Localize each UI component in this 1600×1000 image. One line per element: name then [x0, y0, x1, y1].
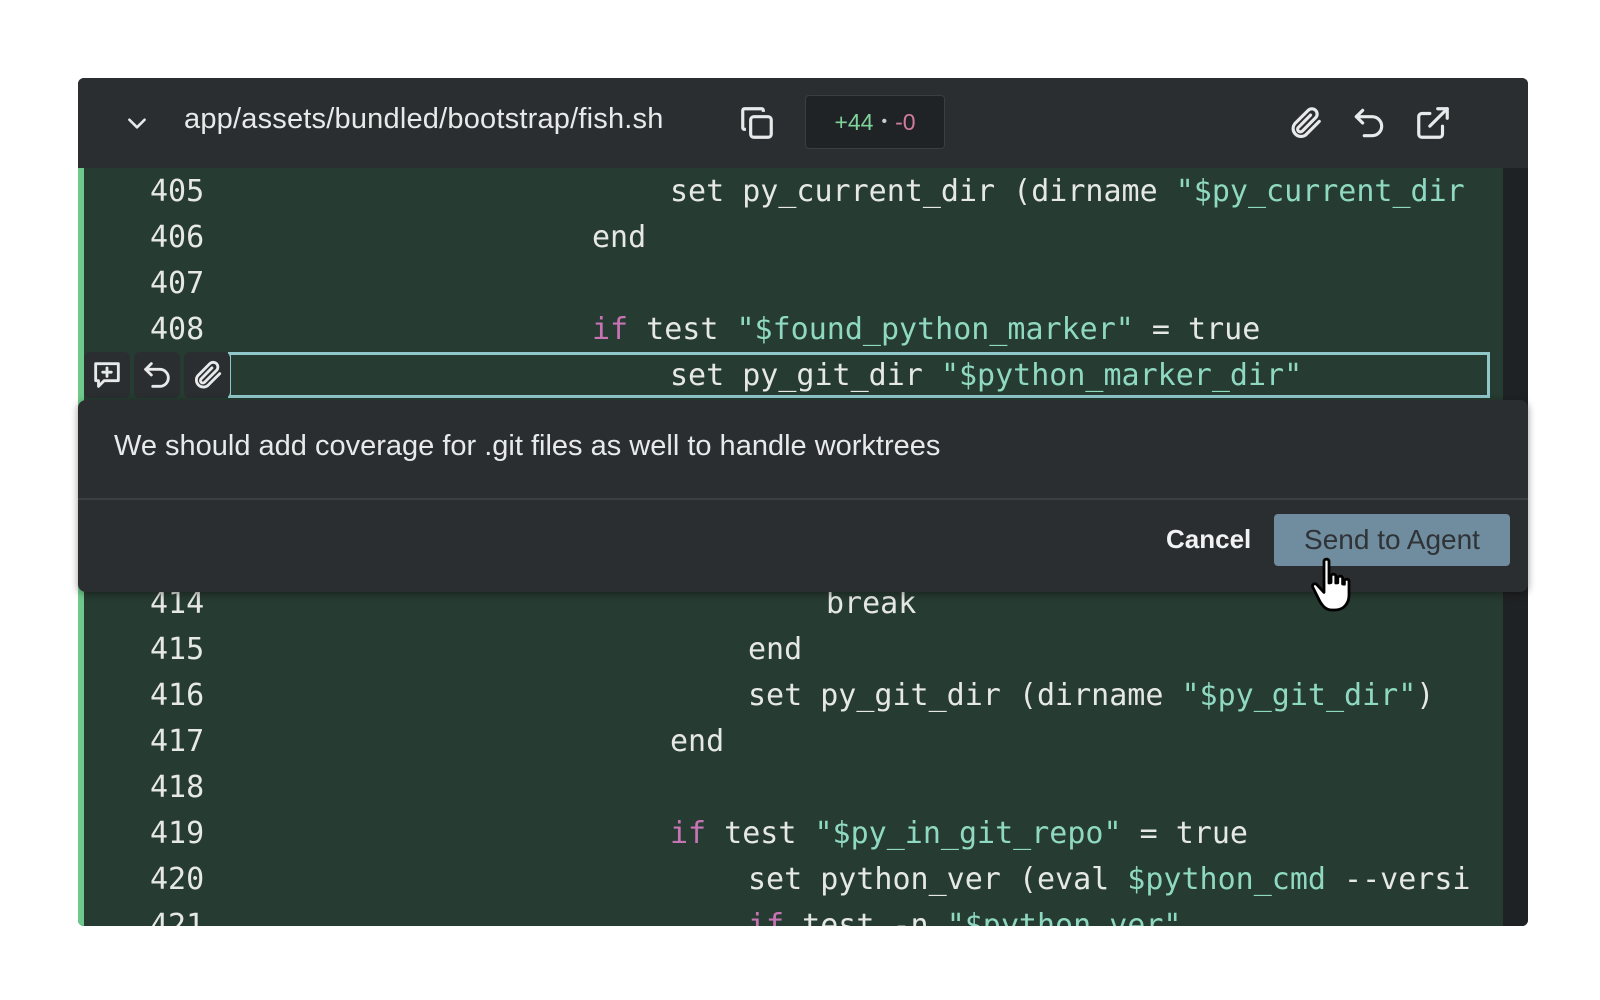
line-number: 419	[150, 815, 205, 851]
line-number: 421	[150, 907, 205, 927]
code-token: )	[1416, 677, 1435, 713]
keyword-token: if	[670, 815, 707, 851]
code-text: if test "$found_python_marker" = true	[592, 312, 1260, 347]
code-token: set py_git_dir	[670, 357, 941, 393]
stats-separator: •	[881, 113, 888, 130]
undo-icon[interactable]	[1350, 104, 1388, 142]
code-token: test	[628, 311, 737, 347]
line-action-toolbar	[84, 352, 234, 402]
keyword-token: if	[592, 311, 629, 347]
code-line[interactable]: 421 if test -n "$python_ver"	[78, 902, 1503, 927]
attach-icon[interactable]	[184, 352, 230, 398]
line-number: 407	[150, 265, 205, 301]
line-number: 417	[150, 723, 205, 759]
code-token: set py_git_dir (dirname	[748, 677, 1182, 713]
code-text: set python_ver (eval $python_cmd --versi	[748, 862, 1470, 897]
undo-icon[interactable]	[134, 352, 180, 398]
code-token: = true	[1133, 311, 1261, 347]
code-text: set py_git_dir "$python_marker_dir"	[670, 358, 1302, 393]
string-token: "$found_python_marker"	[736, 311, 1134, 347]
code-text: set py_current_dir (dirname "$py_current…	[670, 174, 1465, 209]
code-text: if test -n "$python_ver"	[748, 908, 1182, 927]
code-line[interactable]: 405 set py_current_dir (dirname "$py_curr…	[78, 168, 1503, 214]
code-token: = true	[1121, 815, 1248, 851]
code-token: test -n	[784, 907, 947, 927]
code-line[interactable]: 407	[78, 260, 1503, 306]
copy-icon[interactable]	[738, 104, 776, 142]
code-line[interactable]: 419 if test "$py_in_git_repo" = true	[78, 810, 1503, 856]
attach-icon[interactable]	[1286, 104, 1324, 142]
code-text: end	[748, 632, 802, 667]
code-line[interactable]: 416 set py_git_dir (dirname "$py_git_dir"…	[78, 672, 1503, 718]
line-number: 406	[150, 219, 205, 255]
code-line[interactable]: 420 set python_ver (eval $python_cmd --ve…	[78, 856, 1503, 902]
add-comment-icon[interactable]	[84, 352, 130, 398]
code-token: --versi	[1325, 861, 1471, 897]
code-token: test	[706, 815, 815, 851]
file-path: app/assets/bundled/bootstrap/fish.sh	[184, 103, 664, 135]
code-token: end	[670, 723, 725, 759]
code-line[interactable]: 406 end	[78, 214, 1503, 260]
code-text: end	[592, 220, 646, 255]
file-header: app/assets/bundled/bootstrap/fish.sh +44…	[78, 78, 1528, 168]
deletions-count: -0	[895, 108, 916, 135]
string-token: "$python_marker_dir"	[940, 357, 1303, 393]
code-line[interactable]: 415 end	[78, 626, 1503, 672]
chevron-down-icon[interactable]	[124, 110, 150, 136]
keyword-token: if	[748, 907, 785, 927]
string-token: $python_cmd	[1127, 861, 1326, 897]
code-text: if test "$py_in_git_repo" = true	[670, 816, 1248, 851]
code-line[interactable]: 417 end	[78, 718, 1503, 764]
string-token: "$py_git_dir"	[1181, 677, 1417, 713]
external-link-icon[interactable]	[1414, 104, 1452, 142]
code-line[interactable]: 418	[78, 764, 1503, 810]
line-number: 405	[150, 173, 205, 209]
additions-count: +44	[834, 108, 874, 135]
code-token: end	[748, 631, 803, 667]
divider	[78, 498, 1528, 500]
diff-stats-badge: +44 • -0	[805, 95, 945, 149]
code-token: end	[592, 219, 647, 255]
string-token: "$py_in_git_repo"	[814, 815, 1122, 851]
string-token: "$py_current_dir	[1175, 173, 1465, 209]
code-text: set py_git_dir (dirname "$py_git_dir")	[748, 678, 1434, 713]
line-number: 420	[150, 861, 205, 897]
hand-cursor-icon	[1310, 556, 1354, 616]
comment-input[interactable]: We should add coverage for .git files as…	[114, 430, 940, 463]
string-token: "$python_ver"	[946, 907, 1182, 927]
line-number: 415	[150, 631, 205, 667]
code-token: set python_ver (eval	[748, 861, 1128, 897]
line-number: 408	[150, 311, 205, 347]
code-token: set py_current_dir (dirname	[670, 173, 1176, 209]
line-number: 416	[150, 677, 205, 713]
selected-code-line[interactable]: set py_git_dir "$python_marker_dir"	[228, 352, 1490, 398]
code-text: end	[670, 724, 724, 759]
code-line[interactable]: 408 if test "$found_python_marker" = true	[78, 306, 1503, 352]
cancel-button[interactable]: Cancel	[1166, 524, 1251, 555]
line-number: 418	[150, 769, 205, 805]
